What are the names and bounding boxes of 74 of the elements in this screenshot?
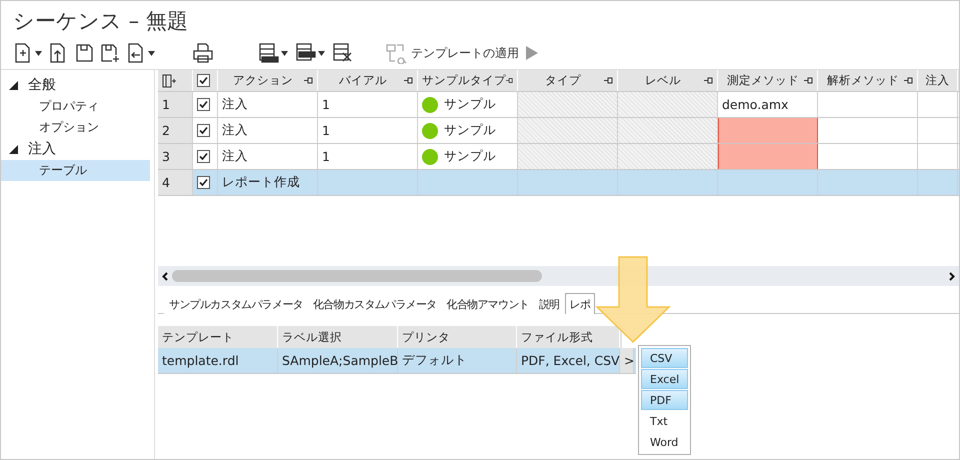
caret-icon [281,50,288,56]
table-cell: デフォルト [398,348,517,373]
expanded-triangle-icon[interactable] [9,144,18,154]
table-cell: SAmpleA;SampleB [278,348,398,373]
row-checkbox[interactable] [197,124,210,137]
window-title: シーケンス – 無題 [12,8,189,35]
save-plus-icon [100,42,120,64]
pin-icon [304,77,313,84]
column-header[interactable]: 測定メソッド [718,70,818,91]
tree-item[interactable]: オプション [1,117,150,138]
scroll-left-icon[interactable] [162,272,168,280]
table-row[interactable]: template.rdl SAmpleA;SampleB デフォルト PDF, Excel, CSV > [158,348,636,374]
dropdown-option[interactable]: Excel [641,369,688,389]
select-all-checkbox[interactable] [197,74,210,87]
caret-icon [318,50,325,56]
table-cell: 注入 [218,118,318,143]
tree-item[interactable]: プロパティ [1,96,150,117]
table-cell: 1 [318,92,418,117]
delete-row-icon [331,42,353,64]
sample-type-label: サンプル [444,122,496,139]
pin-icon [404,77,413,84]
table-row[interactable]: 3 注入 1 サンプル [158,144,959,170]
table-cell: 注入 [218,92,318,117]
expanded-triangle-icon[interactable] [9,80,18,90]
tree-group-label[interactable]: 注入 [28,140,56,158]
expand-button[interactable]: > [620,348,634,373]
table-cell: レポート作成 [218,170,318,195]
row-number: 4 [158,170,193,195]
save-icon [74,42,94,64]
column-header[interactable]: 注入 [918,70,958,91]
caret-icon [148,50,155,56]
play-icon [525,45,539,61]
sample-type-label: サンプル [444,96,496,113]
pin-icon [704,77,713,84]
tab[interactable]: レポ [564,293,596,314]
table-cell: demo.amx [718,92,818,117]
pin-icon [506,77,513,84]
down-arrow-icon [595,256,671,344]
caret-icon [35,50,42,56]
column-header[interactable]: 解析メソッド [818,70,918,91]
table-cell: 1 [318,144,418,169]
row-number: 2 [158,118,193,143]
column-header[interactable]: タイプ [518,70,618,91]
tree-item[interactable]: テーブル [1,160,150,181]
row-checkbox[interactable] [197,150,210,163]
pin-icon [804,77,813,84]
sample-type-label: サンプル [444,148,496,165]
table-cell: 1 [318,118,418,143]
pin-icon [604,77,613,84]
horizontal-scrollbar[interactable] [158,266,959,286]
scroll-thumb[interactable] [172,270,542,282]
row-checkbox[interactable] [197,176,210,189]
row-number: 1 [158,92,193,117]
table-cell: template.rdl [158,348,278,373]
column-header[interactable]: アクション [218,70,318,91]
table-row[interactable]: 2 注入 1 サンプル [158,118,959,144]
tree-group-label[interactable]: 全般 [28,76,56,94]
row-checkbox[interactable] [197,98,210,111]
row-number: 3 [158,144,193,169]
apply-template-button[interactable]: テンプレートの適用 [385,40,519,66]
template-search-icon [385,42,409,64]
table-cell: 注入 [218,144,318,169]
scroll-right-icon[interactable] [949,272,955,280]
column-header[interactable]: サンプルタイプ [418,70,518,91]
dropdown-option[interactable]: CSV [641,348,688,368]
table-row[interactable]: 4 レポート作成 [158,170,959,196]
column-header[interactable]: レベル [618,70,718,91]
column-chooser-icon [162,74,176,88]
insert-row-icon [257,42,279,64]
column-header[interactable]: バイアル [318,70,418,91]
printer-icon [191,42,215,64]
table-row[interactable]: 1 注入 1 サンプル demo.amx [158,92,959,118]
dropdown-option[interactable]: PDF [641,390,688,410]
pin-icon [904,77,913,84]
